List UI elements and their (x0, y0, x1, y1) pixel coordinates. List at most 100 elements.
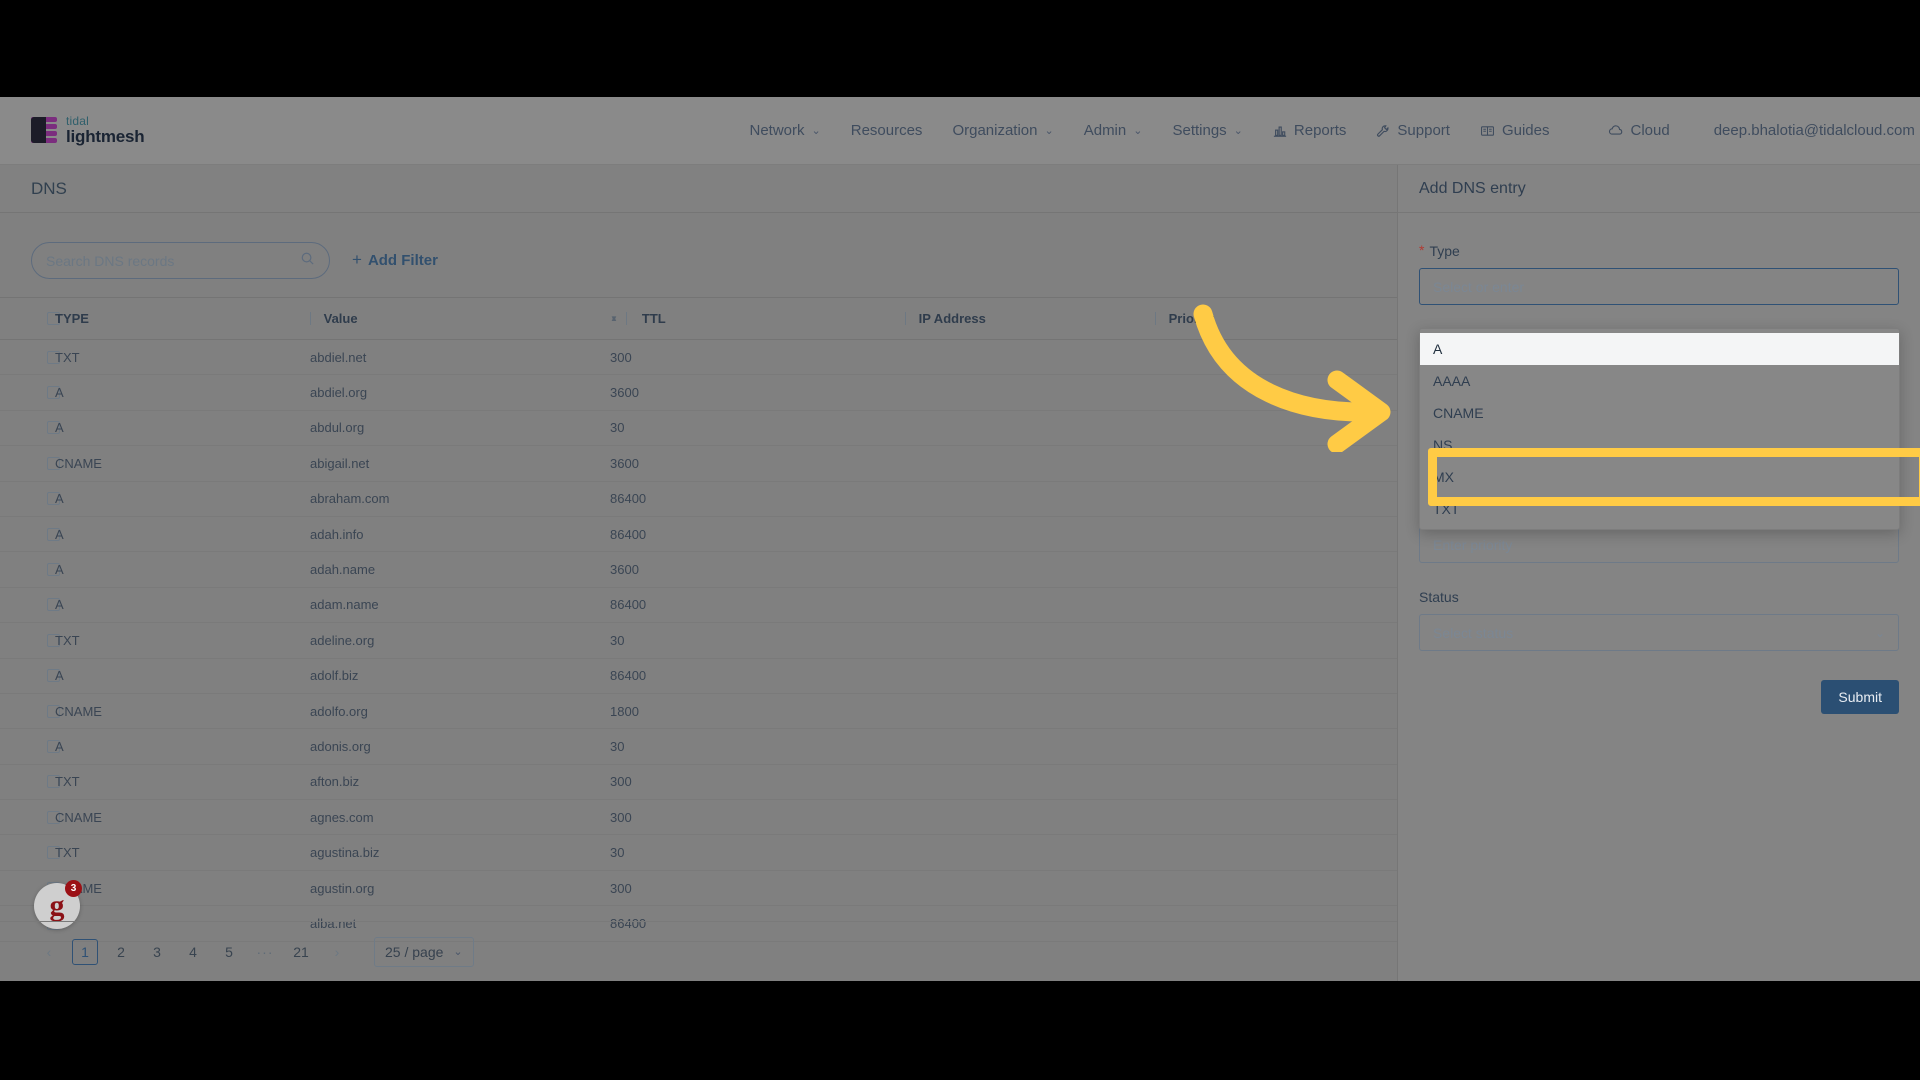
submit-button[interactable]: Submit (1821, 680, 1899, 714)
nav-item-network[interactable]: Network ⌄ (735, 122, 836, 139)
cell-value: abdul.org (310, 410, 610, 447)
row-select-cell[interactable] (0, 481, 60, 517)
table-row[interactable]: Aadah.name 3600 (0, 551, 1397, 588)
pagination-page-2[interactable]: 2 (108, 939, 134, 965)
type-select-input[interactable]: Select or enter (1419, 268, 1899, 305)
pagination-page-5[interactable]: 5 (216, 939, 242, 965)
nav-item-cloud[interactable]: Cloud (1593, 122, 1685, 139)
account-menu[interactable]: deep.bhalotia@tidalcloud.com ⌄ (1699, 122, 1920, 139)
account-email: deep.bhalotia@tidalcloud.com (1713, 122, 1915, 139)
nav-item-organization[interactable]: Organization ⌄ (937, 122, 1068, 139)
cell-type: A (55, 516, 310, 553)
cell-ttl: 300 (610, 870, 905, 907)
type-field-group: * Type Select or enter (1419, 242, 1899, 305)
row-select-cell[interactable] (0, 693, 60, 730)
nav-item-support[interactable]: Support (1361, 122, 1465, 139)
row-select-cell[interactable] (0, 551, 60, 588)
table-row[interactable]: Aabraham.com 86400 (0, 481, 1397, 517)
row-select-cell[interactable] (0, 799, 60, 836)
cell-priority (1155, 516, 1397, 553)
brand-logo[interactable]: tidal lightmesh (31, 115, 145, 145)
table-row[interactable]: TXT adeline.org 30 (0, 622, 1397, 659)
type-option-a[interactable]: A (1420, 333, 1899, 365)
nav-item-settings[interactable]: Settings ⌄ (1157, 122, 1257, 139)
type-label: Type (1429, 243, 1460, 259)
search-dns-records-field[interactable] (31, 242, 330, 279)
nav-label-reports: Reports (1293, 122, 1347, 139)
row-select-cell[interactable] (0, 445, 60, 482)
cell-ip-address (905, 728, 1155, 765)
priority-input[interactable]: Enter priority (1419, 526, 1899, 563)
cell-ip-address (905, 622, 1155, 659)
cell-ttl: 86400 (610, 658, 905, 694)
row-select-cell[interactable] (0, 587, 60, 624)
type-option-ns[interactable]: NS (1420, 429, 1899, 461)
row-select-cell[interactable] (0, 728, 60, 765)
row-select-cell[interactable] (0, 374, 60, 411)
row-select-cell[interactable] (0, 516, 60, 553)
table-row[interactable]: Aadonis.org 30 (0, 728, 1397, 765)
nav-item-resources[interactable]: Resources (836, 122, 938, 139)
table-row[interactable]: CNAME adolfo.org 1800 (0, 693, 1397, 730)
table-row[interactable]: CNAMEagustin.org300 (0, 870, 1397, 907)
table-row[interactable]: TXT abdiel.net 300 (0, 339, 1397, 376)
nav-label-resources: Resources (850, 122, 923, 139)
type-option-txt[interactable]: TXT (1420, 493, 1899, 525)
nav-item-guides[interactable]: Guides (1465, 122, 1565, 139)
column-header-type[interactable]: TYPE (55, 297, 310, 340)
cell-ttl: 30 (610, 410, 905, 447)
cell-ttl: 86400 (610, 587, 905, 624)
chevron-down-icon: ⌄ (1133, 125, 1143, 137)
per-page-selector[interactable]: 25 / page ⌄ (374, 936, 474, 967)
search-icon[interactable] (300, 251, 315, 271)
cell-type: TXT (55, 764, 310, 801)
table-row[interactable]: TXT afton.biz 300 (0, 764, 1397, 801)
row-select-cell[interactable] (0, 410, 60, 447)
pagination-page-3[interactable]: 3 (144, 939, 170, 965)
nav-item-admin[interactable]: Admin ⌄ (1069, 122, 1158, 139)
type-option-aaaa[interactable]: AAAA (1420, 365, 1899, 397)
cell-value: adonis.org (310, 728, 610, 765)
type-option-cname[interactable]: CNAME (1420, 397, 1899, 429)
type-option-mx[interactable]: MX (1420, 461, 1899, 493)
search-input[interactable] (46, 252, 300, 269)
column-header-value[interactable]: Value (310, 297, 610, 340)
add-filter-button[interactable]: + Add Filter (352, 250, 438, 270)
plus-icon: + (352, 250, 362, 269)
table-row[interactable]: CNAME abigail.net 3600 (0, 445, 1397, 482)
cell-ip-address (905, 658, 1155, 694)
pagination-page-last[interactable]: 21 (288, 939, 314, 965)
cell-ip-address (905, 834, 1155, 871)
row-select-cell[interactable] (0, 622, 60, 659)
pagination-page-1[interactable]: 1 (72, 938, 98, 965)
cell-value: abraham.com (310, 481, 610, 517)
table-row[interactable]: Aabdiel.org 3600 (0, 374, 1397, 411)
cell-ip-address (905, 551, 1155, 588)
pagination-page-4[interactable]: 4 (180, 939, 206, 965)
table-row[interactable]: Aabdul.org 30 (0, 410, 1397, 447)
column-header-ttl[interactable]: ▲ ▼ TTL (610, 297, 905, 340)
table-header-row: TYPE Value ▲ ▼ TTL IP Address Priority (0, 297, 1397, 340)
cell-value: adolfo.org (310, 693, 610, 730)
table-row[interactable]: CNAME agnes.com 300 (0, 799, 1397, 836)
column-header-priority[interactable]: Priority (1155, 297, 1397, 340)
row-select-cell[interactable] (0, 339, 60, 376)
select-all-header[interactable] (0, 297, 60, 340)
column-header-ip-address[interactable]: IP Address (905, 297, 1155, 340)
app-window: tidal lightmesh Network ⌄ Resources Orga… (0, 97, 1920, 981)
row-select-cell[interactable] (0, 834, 60, 871)
status-select[interactable]: Select status ⌄ (1419, 614, 1899, 651)
nav-item-reports[interactable]: Reports (1258, 122, 1362, 139)
table-row[interactable]: Aadah.info 86400 (0, 516, 1397, 553)
pagination-prev[interactable]: ‹ (36, 939, 62, 965)
row-select-cell[interactable] (0, 658, 60, 694)
table-row[interactable]: TXT agustina.biz 30 (0, 834, 1397, 871)
table-row[interactable]: Aadam.name 86400 (0, 587, 1397, 624)
column-label-priority: Priority (1168, 311, 1215, 326)
type-options-dropdown: A AAAA CNAME NS MX TXT (1419, 328, 1900, 530)
cell-value: adah.name (310, 551, 610, 588)
row-select-cell[interactable] (0, 764, 60, 801)
table-row[interactable]: Aadolf.biz 86400 (0, 658, 1397, 694)
cell-priority (1155, 622, 1397, 659)
pagination-next[interactable]: › (324, 939, 350, 965)
